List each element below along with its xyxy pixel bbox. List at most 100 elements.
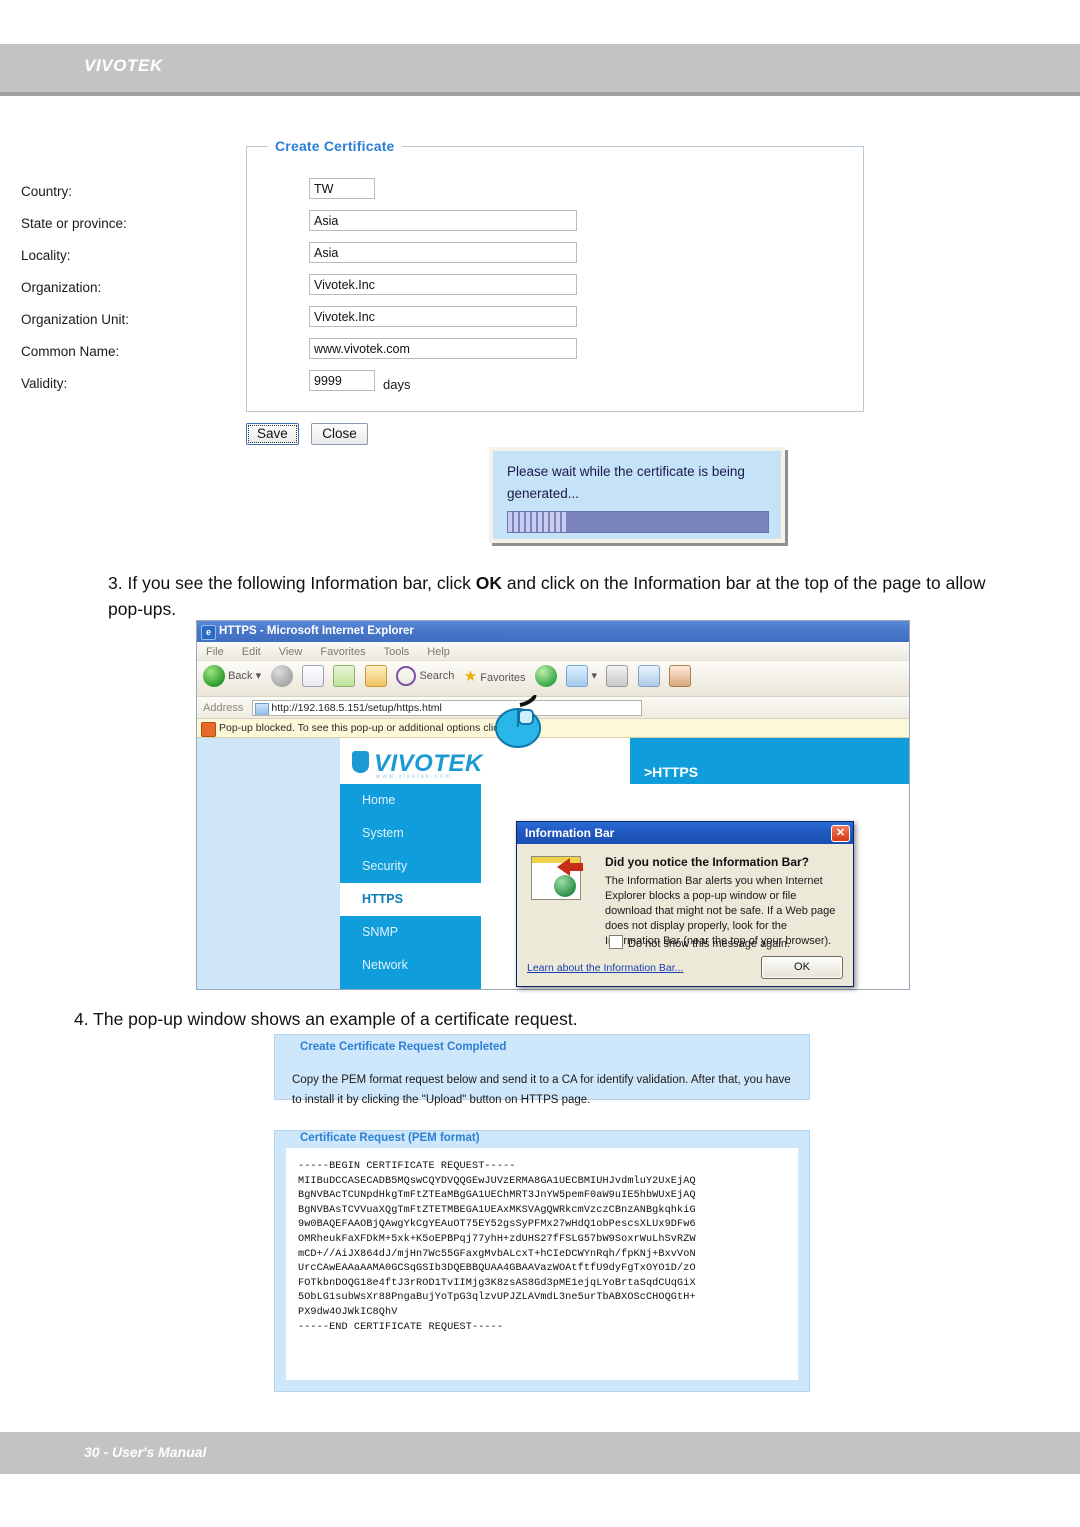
field-input[interactable]: Asia (309, 210, 577, 231)
address-input[interactable]: http://192.168.5.151/setup/https.html (252, 700, 643, 716)
pem-request-legend: Certificate Request (PEM format) (294, 1132, 486, 1144)
learn-more-link[interactable]: Learn about the Information Bar... (527, 962, 683, 974)
browser-menu-item[interactable]: View (270, 643, 312, 658)
site-nav-item-snmp[interactable]: SNMP (340, 916, 481, 949)
refresh-button[interactable] (333, 665, 356, 687)
browser-menu-item[interactable]: Edit (233, 643, 270, 658)
certificate-field-row: Locality: Asia (21, 242, 599, 274)
checkbox-label: Do not show this message again. (628, 938, 791, 950)
close-icon[interactable]: ✕ (831, 825, 850, 842)
request-completed-description: Copy the PEM format request below and se… (292, 1074, 791, 1106)
site-sidebar-nav: Home System Security HTTPS SNMP Network (340, 784, 481, 989)
close-button[interactable]: Close (311, 423, 368, 445)
pem-text-area[interactable]: -----BEGIN CERTIFICATE REQUEST----- MIIB… (286, 1148, 798, 1380)
checkbox-box-icon[interactable] (609, 935, 623, 949)
field-label: Organization Unit: (21, 312, 130, 327)
field-label: Validity: (21, 376, 68, 391)
address-label: Address (203, 701, 244, 714)
site-nav-item-https[interactable]: HTTPS (340, 883, 481, 916)
step-4-paragraph: 4. The pop-up window shows an example of… (74, 1006, 1014, 1032)
site-nav-item-system[interactable]: System (340, 817, 481, 850)
browser-toolbar: Back ▾ Search ★ Favorites ▾ (197, 661, 909, 697)
page-banner: >HTTPS (630, 738, 909, 784)
progress-bar (507, 511, 769, 533)
popup-blocked-information-bar[interactable]: Pop-up blocked. To see this pop-up or ad… (197, 719, 909, 738)
information-bar-dialog: Information Bar ✕ Did you notice the Inf… (516, 821, 854, 987)
dialog-heading: Did you notice the Information Bar? (605, 855, 810, 869)
save-button[interactable]: Save (246, 423, 299, 445)
field-input[interactable]: 9999 (309, 370, 375, 391)
browser-title-bar: e HTTPS - Microsoft Internet Explorer (197, 621, 909, 642)
browser-menu-bar[interactable]: File Edit View Favorites Tools Help (197, 642, 909, 661)
field-label: State or province: (21, 216, 127, 231)
do-not-show-checkbox[interactable]: Do not show this message again. (609, 935, 790, 950)
popup-blocked-text: Pop-up blocked. To see this pop-up or ad… (219, 722, 537, 734)
print-button[interactable] (637, 665, 660, 687)
favorites-button[interactable]: ★ Favorites (464, 667, 526, 685)
dialog-title-bar: Information Bar ✕ (517, 822, 853, 844)
page-banner-title: >HTTPS (644, 764, 699, 780)
pem-request-text: -----BEGIN CERTIFICATE REQUEST----- MIIB… (298, 1161, 696, 1333)
field-input[interactable]: www.vivotek.com (309, 338, 577, 359)
media-button[interactable] (534, 665, 557, 687)
site-logo-area: VIVOTEK www.vivotek.com (340, 738, 630, 784)
page-header-bar: VIVOTEK (0, 44, 1080, 92)
field-label: Country: (21, 184, 73, 199)
history-dropdown-icon[interactable]: ▾ (592, 670, 598, 682)
field-label: Common Name: (21, 344, 120, 359)
history-button[interactable]: ▾ (566, 665, 597, 687)
step-3-paragraph: 3. If you see the following Information … (108, 570, 1014, 622)
back-button[interactable]: Back ▾ (203, 665, 261, 687)
browser-menu-item[interactable]: Tools (375, 643, 419, 658)
field-label: Locality: (21, 248, 71, 263)
page-icon (255, 703, 270, 715)
step-3-number: 3. (108, 573, 123, 593)
request-completed-legend: Create Certificate Request Completed (294, 1041, 513, 1053)
browser-menu-item[interactable]: File (197, 643, 233, 658)
create-certificate-legend: Create Certificate (268, 138, 402, 154)
step-4-number: 4. (74, 1009, 89, 1029)
generating-certificate-dialog: Please wait while the certificate is bei… (489, 447, 785, 543)
certificate-field-row: Common Name: www.vivotek.com (21, 338, 599, 370)
site-nav-item-network[interactable]: Network (340, 949, 481, 982)
step-3-text-a: If you see the following Information bar… (127, 573, 476, 593)
field-input[interactable]: Asia (309, 242, 577, 263)
vivotek-logo-icon (352, 751, 369, 773)
edit-button[interactable] (669, 665, 692, 687)
stop-button[interactable] (302, 665, 325, 687)
site-nav-item-home[interactable]: Home (340, 784, 481, 817)
footer-label: 30 - User's Manual (84, 1444, 207, 1460)
browser-menu-item[interactable]: Favorites (311, 643, 374, 658)
field-input[interactable]: Vivotek.Inc (309, 306, 577, 327)
certificate-field-row: Country: TW (21, 178, 599, 210)
field-input[interactable]: TW (309, 178, 375, 199)
generating-message: Please wait while the certificate is bei… (507, 464, 745, 501)
browser-app-icon: e (201, 625, 216, 640)
browser-title-text: HTTPS - Microsoft Internet Explorer (219, 625, 414, 637)
browser-address-bar[interactable]: Address http://192.168.5.151/setup/https… (197, 697, 909, 719)
page-footer-bar: 30 - User's Manual (0, 1432, 1080, 1474)
globe-icon (554, 875, 576, 897)
mail-button[interactable] (606, 665, 629, 687)
back-dropdown-icon[interactable]: ▾ (256, 670, 262, 682)
back-button-label: Back (228, 669, 253, 682)
mouse-cursor-illustration (495, 695, 541, 748)
forward-button[interactable] (270, 665, 293, 687)
field-input[interactable]: Vivotek.Inc (309, 274, 577, 295)
certificate-field-row: Validity: 9999 days (21, 370, 599, 402)
certificate-field-row: State or province: Asia (21, 210, 599, 242)
step-3-bold-ok: OK (475, 573, 502, 593)
red-arrow-tail-icon (569, 863, 583, 871)
ok-button[interactable]: OK (761, 956, 843, 979)
field-suffix: days (383, 377, 411, 392)
site-nav-item-security[interactable]: Security (340, 850, 481, 883)
brand-label: VIVOTEK (84, 56, 163, 75)
certificate-field-row: Organization Unit: Vivotek.Inc (21, 306, 599, 338)
browser-menu-item[interactable]: Help (418, 643, 459, 658)
header-divider (0, 92, 1080, 96)
home-button[interactable] (364, 665, 387, 687)
form-button-row: Save Close (246, 423, 376, 445)
dialog-title-text: Information Bar (525, 826, 615, 840)
certificate-field-row: Organization: Vivotek.Inc (21, 274, 599, 306)
search-button[interactable]: Search (396, 666, 454, 686)
